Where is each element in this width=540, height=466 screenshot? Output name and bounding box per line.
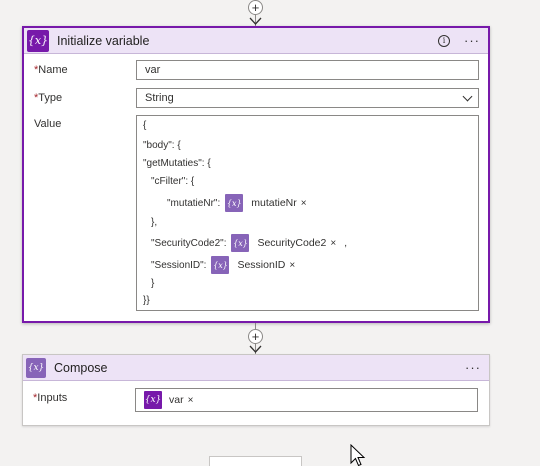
code-line: "SessionID": {x} SessionID × bbox=[151, 255, 300, 275]
card-title: Initialize variable bbox=[57, 33, 150, 48]
code-line: "body": { bbox=[143, 140, 181, 151]
variable-icon: {x} bbox=[144, 391, 162, 409]
variable-icon: {x} bbox=[27, 29, 49, 52]
variable-icon: {x} bbox=[211, 256, 230, 274]
chevron-down-icon bbox=[462, 91, 473, 102]
arrow-down-icon bbox=[249, 17, 262, 25]
inputs-field[interactable]: {x} var × bbox=[135, 388, 478, 412]
initialize-variable-card[interactable]: {x} Initialize variable i ··· *Name var … bbox=[22, 26, 490, 323]
close-icon[interactable]: × bbox=[301, 198, 310, 209]
mouse-cursor-icon bbox=[350, 444, 366, 466]
code-line: "getMutaties": { bbox=[143, 158, 211, 169]
card-header[interactable]: {x} Compose ··· bbox=[23, 355, 489, 381]
name-input[interactable]: var bbox=[136, 60, 479, 80]
value-editor[interactable]: { "body": { "getMutaties": { "cFilter": … bbox=[136, 115, 479, 311]
arrow-down-icon bbox=[249, 345, 262, 353]
dynamic-token-securitycode2[interactable]: {x} SecurityCode2 × bbox=[230, 233, 341, 253]
more-icon[interactable]: ··· bbox=[465, 361, 481, 374]
value-label: Value bbox=[34, 118, 62, 130]
type-select[interactable]: String bbox=[136, 88, 479, 108]
add-icon: + bbox=[251, 0, 260, 15]
dynamic-token-sessionid[interactable]: {x} SessionID × bbox=[210, 255, 300, 275]
name-label: *Name bbox=[34, 64, 68, 76]
info-icon[interactable]: i bbox=[438, 34, 450, 47]
variable-icon: {x} bbox=[231, 234, 250, 252]
new-step-button[interactable] bbox=[209, 456, 302, 466]
add-icon: + bbox=[251, 329, 260, 344]
code-line: "SecurityCode2": {x} SecurityCode2 × , bbox=[151, 233, 347, 253]
code-line: } bbox=[151, 278, 155, 289]
card-title: Compose bbox=[54, 360, 108, 375]
code-line: "cFilter": { bbox=[151, 176, 195, 187]
code-line: }} bbox=[143, 295, 150, 306]
dynamic-token-var[interactable]: {x} var × bbox=[144, 390, 196, 410]
code-line: { bbox=[143, 120, 147, 131]
type-label: *Type bbox=[34, 92, 63, 104]
dynamic-token-mutatienr[interactable]: {x} mutatieNr × bbox=[224, 193, 311, 213]
add-step-button[interactable]: + bbox=[248, 329, 263, 344]
variable-icon: {x} bbox=[225, 194, 244, 212]
code-line: "mutatieNr": {x} mutatieNr × bbox=[167, 193, 311, 213]
inputs-label: *Inputs bbox=[33, 392, 68, 404]
add-step-button[interactable]: + bbox=[248, 0, 263, 15]
more-icon[interactable]: ··· bbox=[464, 34, 480, 47]
close-icon[interactable]: × bbox=[188, 395, 197, 406]
compose-icon: {x} bbox=[26, 357, 46, 378]
close-icon[interactable]: × bbox=[289, 260, 298, 271]
type-select-value: String bbox=[145, 92, 174, 104]
card-header[interactable]: {x} Initialize variable i ··· bbox=[24, 28, 488, 54]
close-icon[interactable]: × bbox=[330, 238, 339, 249]
code-line: }, bbox=[151, 217, 158, 228]
compose-card[interactable]: {x} Compose ··· *Inputs {x} var × bbox=[22, 354, 490, 426]
